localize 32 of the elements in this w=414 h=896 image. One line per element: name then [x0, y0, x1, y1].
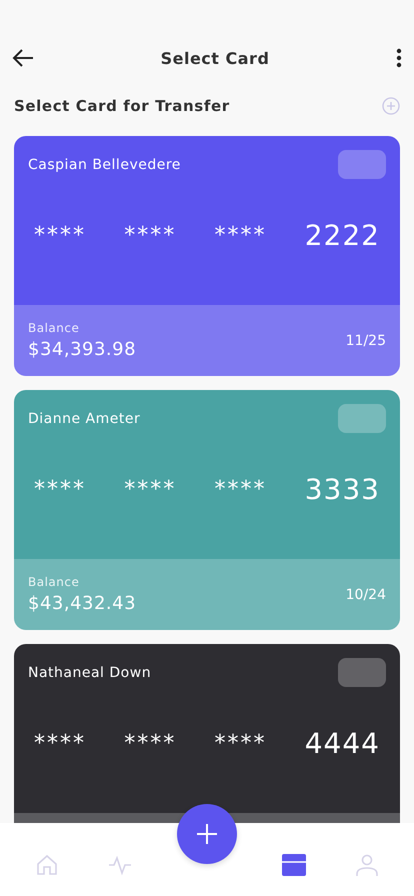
chip-icon — [338, 150, 386, 179]
card-last-digits: 2222 — [304, 219, 380, 252]
card[interactable]: Nathaneal Down **** **** **** 4444 — [14, 644, 400, 823]
card-last-digits: 4444 — [304, 727, 380, 760]
masked-digits: **** — [124, 731, 176, 756]
back-icon[interactable] — [12, 49, 34, 67]
balance-amount: $43,432.43 — [28, 593, 136, 614]
chip-icon — [338, 404, 386, 433]
screen-title: Select Card — [160, 48, 270, 68]
more-icon[interactable] — [396, 48, 402, 68]
card-holder: Dianne Ameter — [28, 410, 140, 426]
card[interactable]: Dianne Ameter **** **** **** 3333 Balance $43,432.43 10/24 — [14, 390, 400, 630]
masked-digits: **** — [124, 223, 176, 248]
balance-amount: $34,393.98 — [28, 339, 136, 360]
masked-digits: **** — [214, 731, 266, 756]
chip-icon — [338, 658, 386, 687]
balance-label: Balance — [28, 321, 80, 335]
masked-digits: **** — [34, 477, 86, 502]
masked-digits: **** — [34, 731, 86, 756]
expiry-date: 11/25 — [346, 332, 386, 348]
balance-label: Balance — [28, 575, 80, 589]
expiry-date: 10/24 — [346, 586, 386, 602]
masked-digits: **** — [214, 477, 266, 502]
card-last-digits: 3333 — [304, 473, 380, 506]
plus-icon — [194, 822, 219, 846]
section-title: Select Card for Transfer — [14, 97, 230, 115]
card-holder: Caspian Bellevedere — [28, 156, 181, 172]
card-holder: Nathaneal Down — [28, 664, 152, 680]
masked-digits: **** — [214, 223, 266, 248]
masked-digits: **** — [34, 223, 86, 248]
masked-digits: **** — [124, 477, 176, 502]
card[interactable]: Caspian Bellevedere **** **** **** 2222 Balance $34,393.98 11/25 — [14, 136, 400, 376]
